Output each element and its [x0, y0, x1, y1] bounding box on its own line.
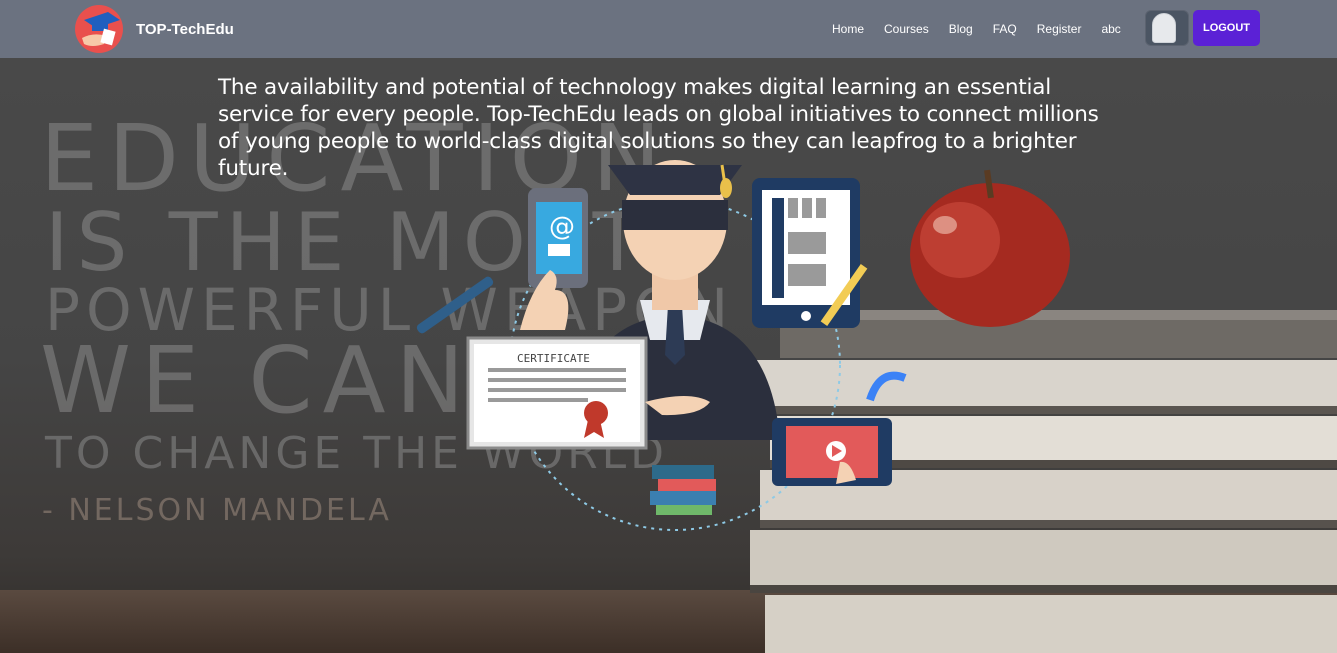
hero-banner: EDUCATION IS THE MOST POWERFUL WEAPON WE…: [0, 0, 1337, 653]
nav-blog-link[interactable]: Blog: [949, 22, 973, 36]
pen-icon: [416, 276, 494, 334]
nav-links: Home Courses Blog FAQ Register abc: [822, 0, 1131, 58]
books-icon: [650, 465, 716, 515]
nav-home-link[interactable]: Home: [832, 22, 864, 36]
brand-name: TOP-TechEdu: [136, 20, 234, 38]
logout-button[interactable]: LOGOUT: [1193, 10, 1260, 46]
nav-faq-link[interactable]: FAQ: [993, 22, 1017, 36]
brand-logo-icon: [75, 5, 123, 53]
email-symbol: @: [549, 212, 575, 242]
brand[interactable]: TOP-TechEdu: [74, 4, 234, 54]
phone-email-icon: @: [520, 188, 588, 330]
intro-text: The availability and potential of techno…: [218, 75, 1099, 181]
video-player-icon: [772, 371, 907, 486]
certificate-label: CERTIFICATE: [517, 352, 590, 365]
avatar-image: [1152, 13, 1176, 43]
graduate-illustration: @ CERTIFICATE: [416, 160, 907, 531]
user-avatar-button[interactable]: [1145, 10, 1189, 46]
tablet-icon: [752, 178, 868, 328]
nav-user-link[interactable]: abc: [1101, 22, 1120, 36]
chalk-line-6: - NELSON MANDELA: [42, 493, 392, 528]
navbar: TOP-TechEdu Home Courses Blog FAQ Regist…: [0, 0, 1337, 58]
nav-courses-link[interactable]: Courses: [884, 22, 929, 36]
nav-register-link[interactable]: Register: [1037, 22, 1082, 36]
